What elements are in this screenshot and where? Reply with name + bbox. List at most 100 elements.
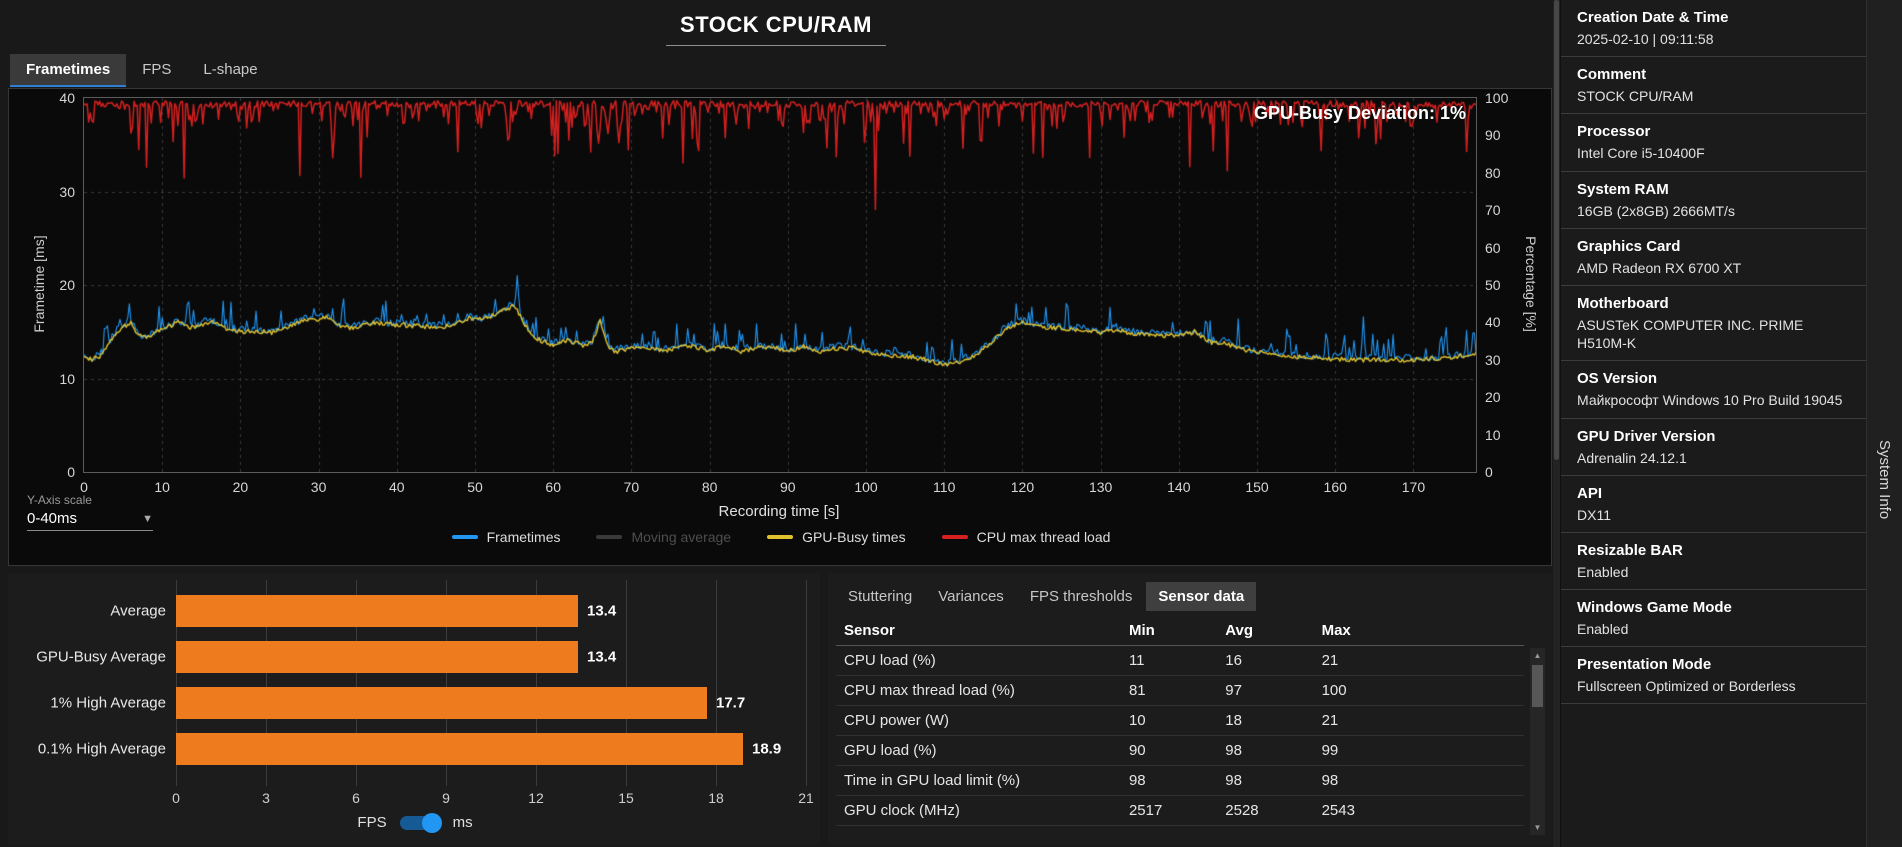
main-scrollbar[interactable] [1553,0,1560,847]
bar [176,733,743,765]
y-axis-scale-dropdown[interactable]: 0-40ms ▼ [27,510,153,531]
bar-row-gpu-busy-average: GPU-Busy Average 13.4 [20,634,810,680]
capframex-window: STOCK CPU/RAM Frametimes FPS L-shape GPU-B… [0,0,1902,847]
sensor-cell: CPU power (W) [836,705,1125,736]
tab-stuttering[interactable]: Stuttering [836,582,924,611]
legend-cpu-max-thread-load[interactable]: CPU max thread load [941,529,1110,545]
system-info-label: API [1577,484,1603,502]
y-right-tick: 60 [1485,239,1501,256]
frametime-chart-canvas[interactable] [84,98,1476,472]
sensor-row: Time in GPU load limit (%) 98 98 98 [836,765,1524,796]
x-tick: 0 [80,479,88,495]
x-axis-title: Recording time [s] [718,503,840,520]
y-axis-scale-control: Y-Axis scale 0-40ms ▼ [27,493,153,531]
y-right-tick: 70 [1485,202,1501,219]
y-left-tick: 30 [59,183,75,200]
system-info-item-creation-date-time: Creation Date & Time 2025-02-10 | 09:11:5… [1561,0,1866,58]
x-tick: 40 [389,479,405,495]
system-info-value: Intel Core i5-10400F [1577,145,1705,162]
bar-row-average: Average 13.4 [20,588,810,634]
system-info-value: Fullscreen Optimized or Borderless [1577,678,1796,695]
y-right-tick: 10 [1485,426,1501,443]
scroll-down-icon[interactable]: ▼ [1530,820,1545,835]
legend-moving-average[interactable]: Moving average [596,529,731,545]
tab-l-shape[interactable]: L-shape [187,54,273,87]
bar-tick-label: 6 [352,790,360,806]
system-info-value: Enabled [1577,621,1629,638]
y-right-tick: 30 [1485,351,1501,368]
bar-tick-label: 3 [262,790,270,806]
sensor-cell: GPU load (%) [836,735,1125,766]
system-info-item-motherboard: Motherboard ASUSTeK COMPUTER INC. PRIME H… [1561,286,1866,362]
system-info-tab[interactable]: System Info [1866,0,1902,847]
sensor-cell: 2543 [1317,795,1524,826]
sensor-col-header: Sensor [836,616,1125,646]
legend-frametimes[interactable]: Frametimes [451,529,561,545]
unit-toggle-row: FPS ms [20,812,810,833]
sensor-row: CPU max thread load (%) 81 97 100 [836,675,1524,706]
legend-label: Frametimes [486,529,561,545]
y-axis-scale-label: Y-Axis scale [27,493,92,507]
sensor-col-header: Min [1124,616,1222,646]
x-tick: 70 [623,479,640,495]
bar-value: 13.4 [587,602,617,620]
system-info-tab-label: System Info [1876,440,1893,520]
system-info-item-processor: Processor Intel Core i5-10400F [1561,114,1866,172]
sensor-cell: 99 [1317,735,1524,766]
bar-label: 0.1% High Average [37,740,166,758]
analysis-tabs: Stuttering Variances FPS thresholds Sensor … [836,582,1257,611]
legend-swatch-icon [596,535,623,539]
bar-label: 1% High Average [50,694,166,712]
tab-fps-thresholds[interactable]: FPS thresholds [1018,582,1145,611]
system-info-value: 2025-02-10 | 09:11:58 [1577,31,1714,47]
sensor-cell: 2528 [1221,795,1318,826]
scroll-up-icon[interactable]: ▲ [1530,648,1545,663]
x-tick: 110 [933,479,956,495]
system-info-label: System RAM [1577,180,1669,198]
y-left-tick: 40 [59,90,75,106]
y-right-tick: 90 [1485,127,1501,144]
y-left-tick: 20 [59,277,75,293]
legend-swatch-icon [451,535,478,539]
legend-gpu-busy-times[interactable]: GPU-Busy times [767,529,906,545]
system-info-value: 16GB (2x8GB) 2666MT/s [1577,202,1735,219]
bar-tick-label: 9 [442,790,450,806]
table-scrollbar[interactable]: ▲ ▼ [1530,648,1545,835]
bar [176,687,707,719]
bar [176,641,578,673]
sensor-cell: 2517 [1124,795,1222,826]
frametime-plot: GPU-Busy Deviation: 1% [83,97,1477,473]
sensor-cell: 90 [1124,735,1222,766]
sensor-row: CPU load (%) 11 16 21 [836,645,1524,676]
tab-frametimes[interactable]: Frametimes [10,54,127,87]
y-right-tick: 40 [1485,314,1501,331]
y-axis-right-title: Percentage [%] [1523,236,1539,332]
tab-sensor-data[interactable]: Sensor data [1146,582,1257,611]
fps-toggle-label: FPS [357,814,387,831]
system-info-item-resizable-bar: Resizable BAR Enabled [1561,533,1866,591]
aggregation-panel: Average 13.4 GPU-Busy Average 13.4 1% High A… [8,574,820,845]
table-scroll-thumb[interactable] [1532,665,1543,707]
sensor-col-header: Max [1317,616,1524,646]
sensor-row: GPU load (%) 90 98 99 [836,735,1524,766]
x-tick: 170 [1401,479,1426,495]
system-info-label: GPU Driver Version [1577,427,1716,445]
y-right-tick: 100 [1485,90,1509,106]
tab-variances[interactable]: Variances [926,582,1016,611]
system-info-item-presentation-mode: Presentation Mode Fullscreen Optimized or… [1561,647,1866,705]
sensor-table-body: CPU load (%) 11 16 21 CPU max thread load (%… [836,645,1524,826]
x-tick: 90 [780,479,796,495]
system-info-label: Processor [1577,123,1651,141]
x-tick: 30 [310,479,327,495]
system-info-value: STOCK CPU/RAM [1577,88,1694,105]
bar-chart: Average 13.4 GPU-Busy Average 13.4 1% High A… [20,574,814,845]
view-tabs: Frametimes FPS L-shape [10,54,274,87]
x-tick: 50 [467,479,483,495]
system-info-label: Resizable BAR [1577,541,1683,559]
main-scroll-thumb[interactable] [1554,0,1559,460]
system-info-item-windows-game-mode: Windows Game Mode Enabled [1561,590,1866,648]
toggle-knob-icon [421,812,442,833]
tab-fps[interactable]: FPS [126,54,187,87]
page-title: STOCK CPU/RAM [666,10,886,46]
unit-toggle[interactable] [399,812,442,833]
